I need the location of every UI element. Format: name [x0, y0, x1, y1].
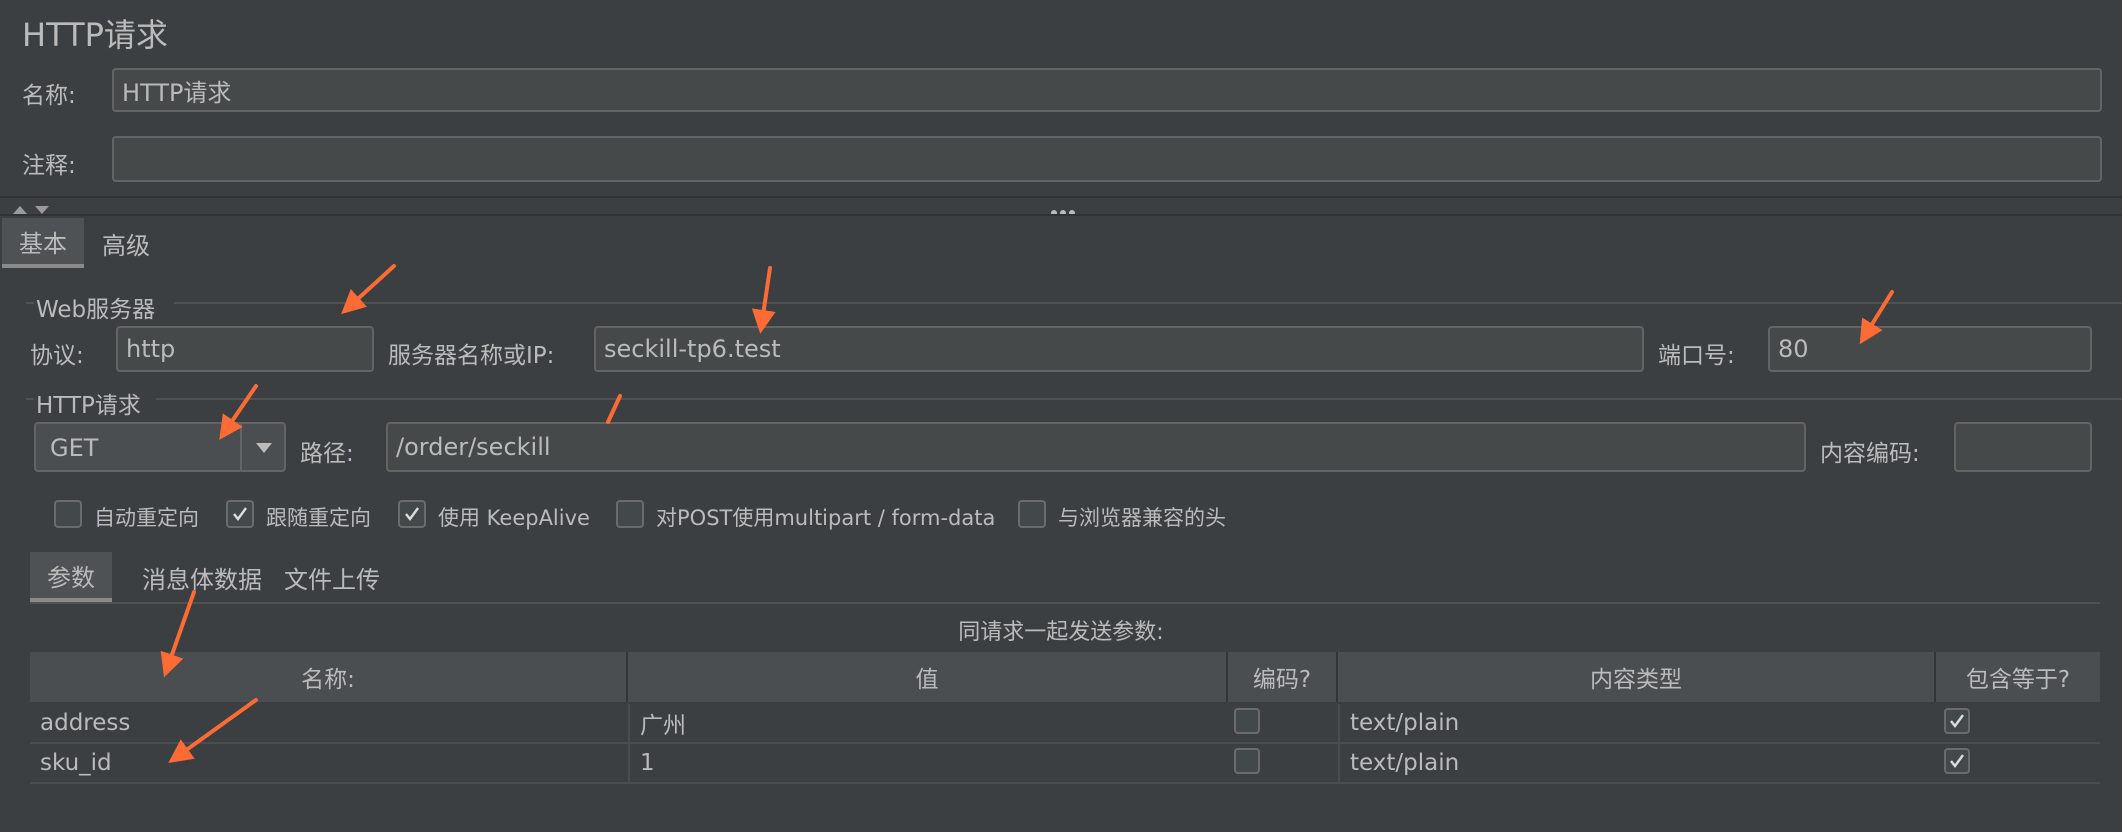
port-input[interactable] [1768, 326, 2092, 372]
param-name-cell[interactable]: sku_id [30, 744, 628, 782]
follow-redirect-label: 跟随重定向 [266, 506, 371, 530]
column-header-name[interactable]: 名称: [30, 652, 628, 702]
collapse-down-icon[interactable] [34, 200, 50, 219]
splitter-bottom-line [0, 214, 2122, 216]
server-label: 服务器名称或IP: [388, 343, 555, 369]
include-equals-checkbox[interactable] [1944, 748, 1970, 774]
multipart-checkbox[interactable] [616, 500, 644, 528]
method-select-value: GET [50, 434, 99, 462]
name-label: 名称: [22, 83, 76, 109]
content-type-cell[interactable]: text/plain [1338, 704, 1936, 742]
server-input[interactable] [594, 326, 1644, 372]
collapse-up-icon[interactable] [12, 200, 28, 219]
section-line [26, 398, 34, 400]
section-line [26, 302, 34, 304]
tab-underline [30, 602, 2100, 604]
content-type-cell[interactable]: text/plain [1338, 744, 1936, 782]
browser-headers-checkbox[interactable] [1018, 500, 1046, 528]
tab-parameters[interactable]: 参数 [30, 552, 112, 602]
name-input[interactable] [112, 68, 2102, 112]
section-line [174, 302, 2122, 304]
tab-advanced[interactable]: 高级 [90, 218, 162, 268]
annotation-arrow [341, 264, 396, 315]
tab-file-upload[interactable]: 文件上传 [280, 552, 384, 602]
auto-redirect-checkbox[interactable] [54, 500, 82, 528]
port-label: 端口号: [1658, 343, 1735, 369]
encoding-label: 内容编码: [1820, 441, 1920, 467]
multipart-label: 对POST使用multipart / form-data [656, 506, 996, 530]
browser-headers-label: 与浏览器兼容的头 [1058, 506, 1226, 530]
select-divider [240, 424, 242, 470]
comment-label: 注释: [22, 153, 76, 179]
page-title: HTTP请求 [22, 16, 168, 54]
column-header-value[interactable]: 值 [628, 652, 1228, 702]
column-header-include-equals[interactable]: 包含等于? [1936, 652, 2100, 702]
chevron-down-icon[interactable] [254, 440, 274, 459]
protocol-label: 协议: [30, 343, 84, 369]
encode-checkbox[interactable] [1234, 708, 1260, 734]
splitter-handle-icon[interactable] [1050, 202, 1076, 221]
comment-input[interactable] [112, 136, 2102, 182]
path-label: 路径: [300, 441, 354, 467]
checkmark-icon [233, 507, 247, 521]
param-value-cell[interactable]: 广州 [628, 704, 1228, 742]
checkmark-icon [1950, 714, 1964, 728]
param-value-cell[interactable]: 1 [628, 744, 1228, 782]
section-line [156, 398, 2122, 400]
path-input[interactable] [386, 422, 1806, 472]
splitter-top-line [0, 196, 2122, 198]
tab-body-data[interactable]: 消息体数据 [124, 552, 280, 602]
method-select[interactable]: GET [34, 422, 286, 472]
column-header-content-type[interactable]: 内容类型 [1338, 652, 1936, 702]
params-caption: 同请求一起发送参数: [958, 620, 1164, 645]
tab-basic[interactable]: 基本 [2, 218, 84, 268]
encode-checkbox[interactable] [1234, 748, 1260, 774]
keepalive-label: 使用 KeepAlive [438, 506, 590, 530]
auto-redirect-label: 自动重定向 [94, 506, 199, 530]
column-header-encode[interactable]: 编码? [1228, 652, 1338, 702]
include-equals-checkbox[interactable] [1944, 708, 1970, 734]
encoding-input[interactable] [1954, 422, 2092, 472]
keepalive-checkbox[interactable] [398, 500, 426, 528]
checkmark-icon [1950, 754, 1964, 768]
web-server-section-title: Web服务器 [36, 297, 156, 323]
annotation-arrow [751, 266, 776, 334]
follow-redirect-checkbox[interactable] [226, 500, 254, 528]
param-name-cell[interactable]: address [30, 704, 628, 742]
checkmark-icon [405, 507, 419, 521]
protocol-input[interactable] [116, 326, 374, 372]
http-request-section-title: HTTP请求 [36, 393, 141, 419]
